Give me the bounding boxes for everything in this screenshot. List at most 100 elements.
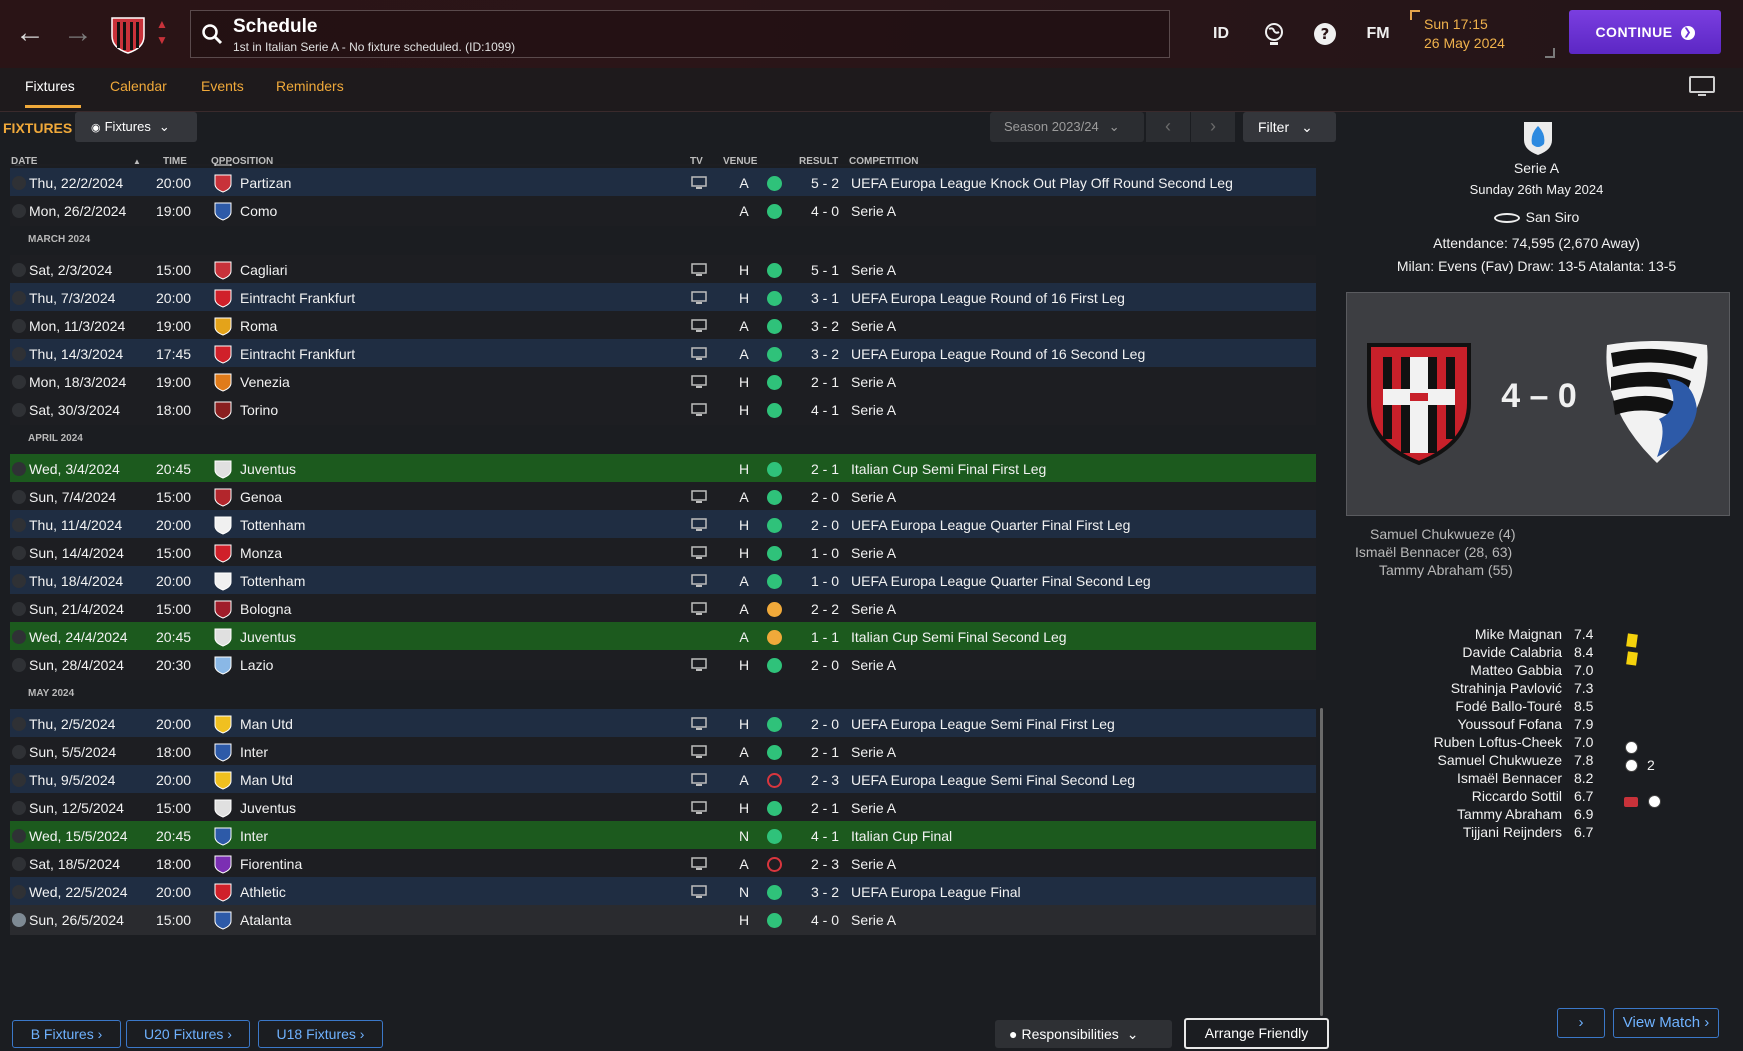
opponent-link[interactable]: Cagliari [240,262,287,278]
next-season-button[interactable]: › [1191,112,1235,142]
player-name[interactable]: Tammy Abraham [1457,806,1562,822]
back-arrow-icon[interactable]: ← [14,18,46,50]
competition-link[interactable]: Serie A [851,203,896,219]
row-checkbox[interactable] [12,518,26,532]
arrange-friendly-button[interactable]: Arrange Friendly [1184,1018,1329,1049]
result-score[interactable]: 2 - 1 [805,744,845,760]
view-match-button[interactable]: View Match › [1613,1008,1719,1038]
competition-link[interactable]: Serie A [851,318,896,334]
u20-fixtures-button[interactable]: U20 Fixtures › [126,1020,250,1048]
competition-link[interactable]: UEFA Europa League Quarter Final First L… [851,517,1130,533]
competition-link[interactable]: Serie A [851,601,896,617]
row-checkbox[interactable] [12,375,26,389]
result-score[interactable]: 2 - 1 [805,374,845,390]
opponent-link[interactable]: Juventus [240,461,296,477]
competition-link[interactable]: Serie A [851,744,896,760]
row-checkbox[interactable] [12,574,26,588]
opponent-link[interactable]: Como [240,203,277,219]
opponent-link[interactable]: Juventus [240,629,296,645]
table-row[interactable]: Thu, 9/5/2024 20:00 Man Utd A 2 - 3 UEFA Euro… [10,765,1316,795]
table-row[interactable]: Thu, 11/4/2024 20:00 Tottenham H 2 - 0 UEFA E… [10,510,1316,540]
competition-link[interactable]: Serie A [851,374,896,390]
row-checkbox[interactable] [12,403,26,417]
responsibilities-button[interactable]: ● Responsibilities ⌄ [995,1020,1172,1048]
opponent-link[interactable]: Eintracht Frankfurt [240,346,355,362]
next-match-button[interactable]: › [1557,1008,1605,1038]
b-fixtures-button[interactable]: B Fixtures › [12,1020,121,1048]
fm-button[interactable]: FM [1363,20,1393,48]
u18-fixtures-button[interactable]: U18 Fixtures › [258,1020,383,1048]
player-name[interactable]: Fodé Ballo-Touré [1455,698,1562,714]
row-checkbox[interactable] [12,490,26,504]
row-checkbox[interactable] [12,857,26,871]
result-score[interactable]: 2 - 3 [805,772,845,788]
competition-link[interactable]: Serie A [851,856,896,872]
player-name[interactable]: Mike Maignan [1475,626,1562,642]
table-row[interactable]: Mon, 11/3/2024 19:00 Roma A 3 - 2 Serie A [10,311,1316,341]
table-row[interactable]: Sun, 28/4/2024 20:30 Lazio H 2 - 0 Serie A [10,650,1316,680]
view-dropdown[interactable]: ◉ Fixtures ⌄ [75,112,197,142]
row-checkbox[interactable] [12,745,26,759]
result-score[interactable]: 1 - 0 [805,545,845,561]
row-checkbox[interactable] [12,801,26,815]
opponent-link[interactable]: Bologna [240,601,291,617]
table-row[interactable]: Thu, 14/3/2024 17:45 Eintracht Frankfurt A 3… [10,339,1316,369]
opponent-link[interactable]: Torino [240,402,278,418]
id-button[interactable]: ID [1208,20,1234,48]
result-score[interactable]: 5 - 1 [805,262,845,278]
result-score[interactable]: 2 - 0 [805,489,845,505]
result-score[interactable]: 4 - 1 [805,402,845,418]
club-badge-icon[interactable] [110,14,146,54]
competition-link[interactable]: Italian Cup Final [851,828,952,844]
tab-calendar[interactable]: Calendar [110,78,167,108]
result-score[interactable]: 2 - 2 [805,601,845,617]
prev-season-button[interactable]: ‹ [1146,112,1190,142]
result-score[interactable]: 2 - 0 [805,657,845,673]
table-row[interactable]: Sun, 12/5/2024 15:00 Juventus H 2 - 1 Serie A [10,793,1316,823]
competition-link[interactable]: Serie A [851,489,896,505]
competition-link[interactable]: UEFA Europa League Round of 16 Second Le… [851,346,1145,362]
competition-link[interactable]: UEFA Europa League Semi Final Second Leg [851,772,1135,788]
monitor-icon[interactable] [1689,76,1715,98]
table-row[interactable]: Sun, 21/4/2024 15:00 Bologna A 2 - 2 Serie A [10,594,1316,624]
help-icon[interactable]: ? [1312,20,1338,48]
competition-link[interactable]: Serie A [851,657,896,673]
opponent-link[interactable]: Partizan [240,175,291,191]
tab-events[interactable]: Events [201,78,244,108]
score-panel[interactable]: 4 – 0 [1346,292,1730,516]
opponent-link[interactable]: Juventus [240,800,296,816]
opponent-link[interactable]: Hellas Verona [240,164,327,166]
table-row[interactable]: Thu, 18/4/2024 20:00 Tottenham A 1 - 0 UEFA E… [10,566,1316,596]
table-row[interactable]: Mon, 26/2/2024 19:00 Como A 4 - 0 Serie A [10,196,1316,226]
table-row[interactable]: Thu, 2/5/2024 20:00 Man Utd H 2 - 0 UEFA Euro… [10,709,1316,739]
opponent-link[interactable]: Tottenham [240,517,305,533]
table-row[interactable]: Sun, 7/4/2024 15:00 Genoa A 2 - 0 Serie A [10,482,1316,512]
result-score[interactable]: 3 - 1 [805,290,845,306]
result-score[interactable]: 2 - 1 [805,800,845,816]
scrollbar[interactable] [1320,708,1323,1016]
table-row[interactable]: Wed, 24/4/2024 20:45 Juventus A 1 - 1 Italian… [10,622,1316,652]
opponent-link[interactable]: Man Utd [240,772,293,788]
row-checkbox[interactable] [12,204,26,218]
result-score[interactable]: 4 - 0 [805,912,845,928]
continue-button[interactable]: CONTINUE ❯ [1569,10,1721,54]
result-score[interactable]: 3 - 1 [805,164,845,166]
table-row[interactable]: Sat, 2/3/2024 15:00 Cagliari H 5 - 1 Serie A [10,255,1316,285]
result-score[interactable]: 2 - 0 [805,517,845,533]
table-row[interactable]: Wed, 15/5/2024 20:45 Inter N 4 - 1 Italian Cu… [10,821,1316,851]
opponent-link[interactable]: Man Utd [240,716,293,732]
forward-arrow-icon[interactable]: → [62,18,94,50]
result-score[interactable]: 2 - 1 [805,461,845,477]
opponent-link[interactable]: Inter [240,744,268,760]
opponent-link[interactable]: Eintracht Frankfurt [240,290,355,306]
competition-link[interactable]: UEFA Europa League Round of 16 First Leg [851,290,1125,306]
filter-button[interactable]: Filter ⌄ [1243,112,1336,142]
row-checkbox[interactable] [12,291,26,305]
row-checkbox[interactable] [12,829,26,843]
result-score[interactable]: 4 - 0 [805,203,845,219]
opponent-link[interactable]: Fiorentina [240,856,302,872]
row-checkbox[interactable] [12,347,26,361]
player-name[interactable]: Strahinja Pavlović [1451,680,1562,696]
table-row[interactable]: Mon, 18/3/2024 19:00 Venezia H 2 - 1 Serie A [10,367,1316,397]
row-checkbox[interactable] [12,164,26,166]
